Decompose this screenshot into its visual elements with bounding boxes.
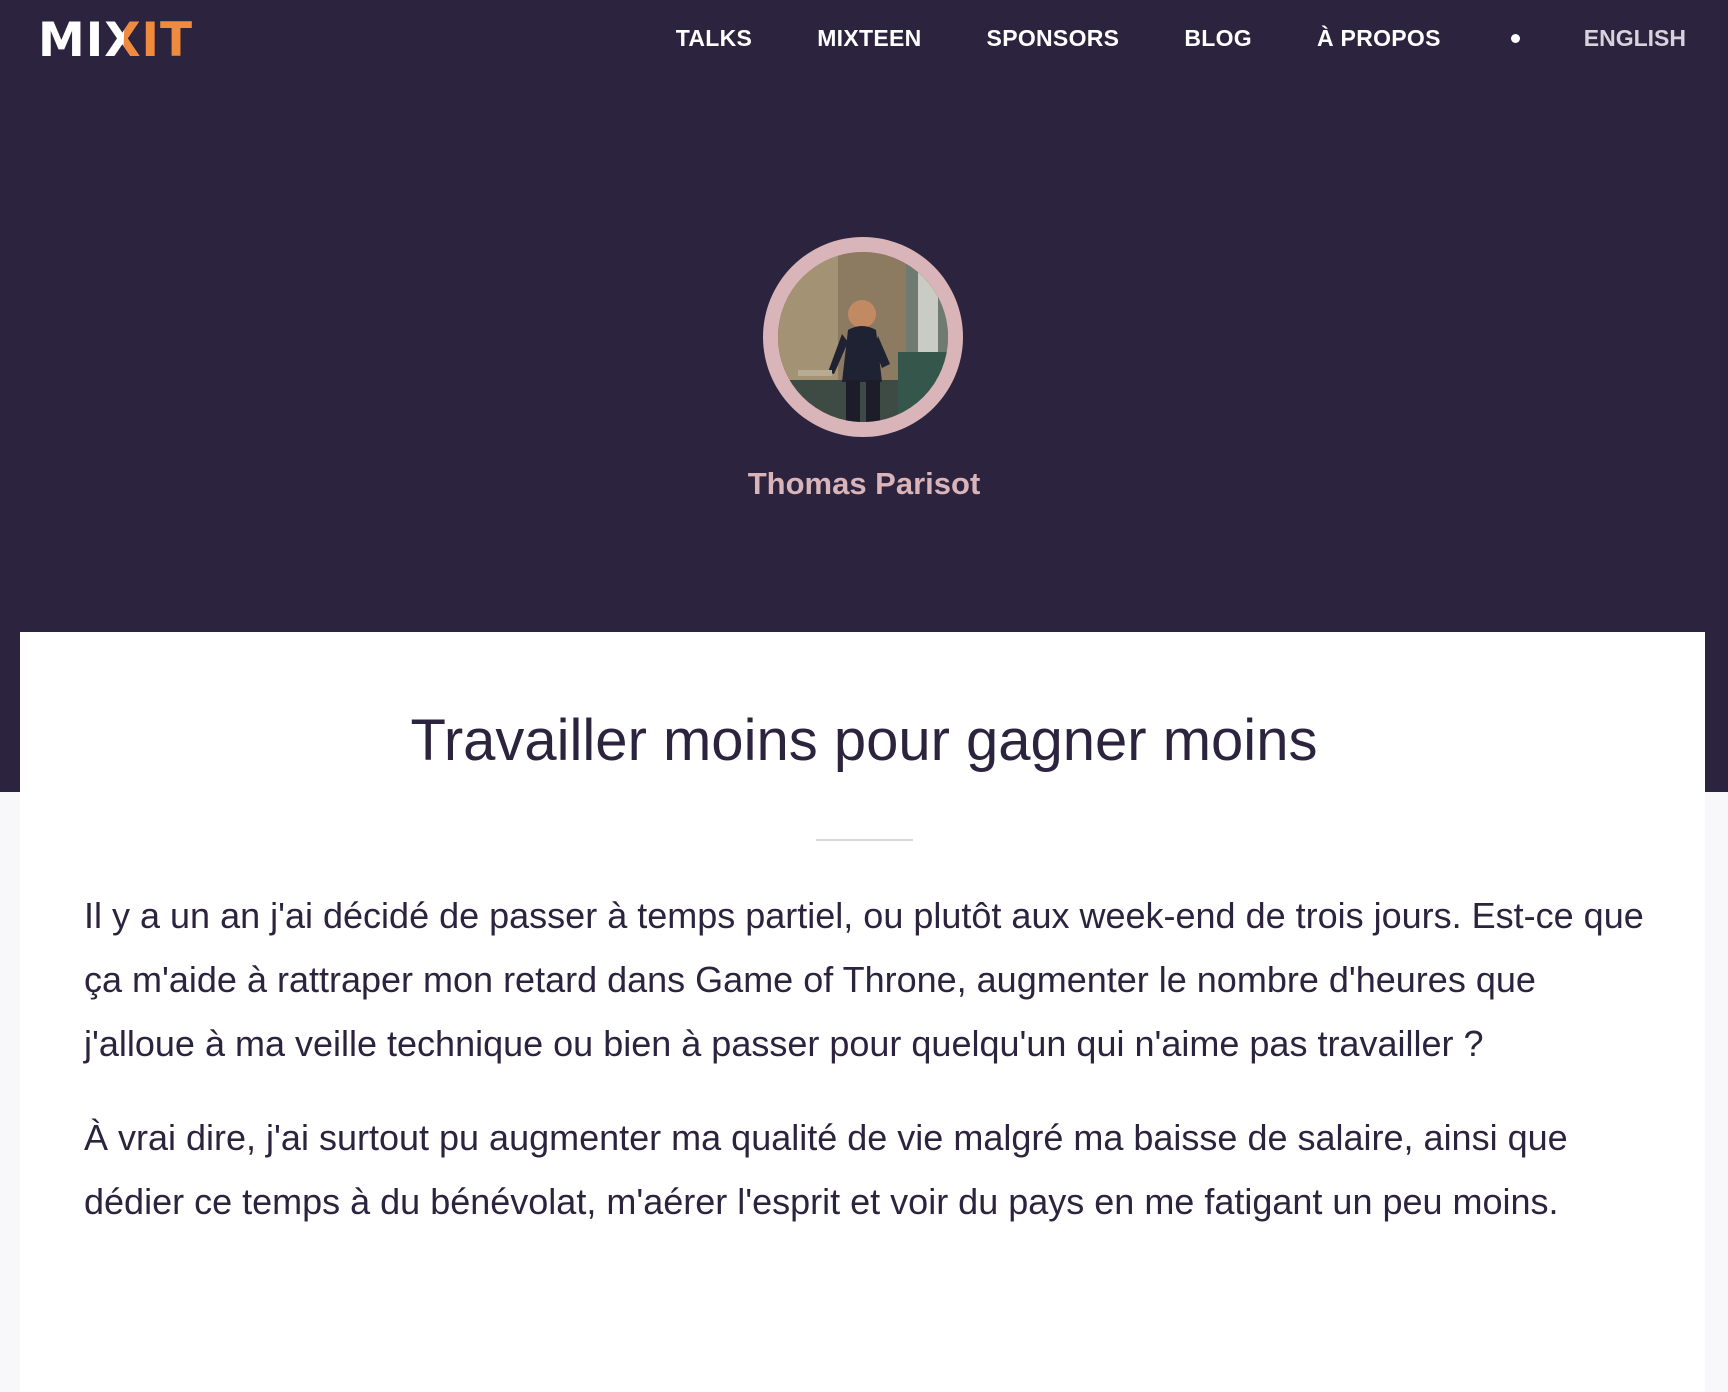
talk-description: Il y a un an j'ai décidé de passer à tem…: [84, 884, 1644, 1264]
nav-link-blog[interactable]: BLOG: [1184, 25, 1252, 52]
nav-link-talks[interactable]: TALKS: [676, 25, 752, 52]
mixit-logo[interactable]: MI X X IT: [38, 16, 193, 64]
speaker-name[interactable]: Thomas Parisot: [0, 466, 1728, 502]
talk-title: Travailler moins pour gagner moins: [410, 708, 1318, 773]
logo-text-it: IT: [141, 12, 194, 68]
nav-link-mixteen[interactable]: MIXTEEN: [817, 25, 921, 52]
talk-description-paragraph: Il y a un an j'ai décidé de passer à tem…: [84, 895, 1644, 1064]
title-divider: [816, 839, 913, 841]
top-navigation: MI X X IT TALKS MIXTEEN SPONSORS BLOG À …: [0, 0, 1728, 76]
nav-link-sponsors[interactable]: SPONSORS: [987, 25, 1120, 52]
nav-menu: TALKS MIXTEEN SPONSORS BLOG À PROPOS ENG…: [611, 20, 1686, 56]
logo-text-mi: MI: [38, 12, 105, 68]
speaker-photo-illustration: [778, 252, 948, 422]
talk-description-paragraph: À vrai dire, j'ai surtout pu augmenter m…: [84, 1117, 1568, 1222]
nav-link-a-propos[interactable]: À PROPOS: [1317, 25, 1441, 52]
language-switch-link[interactable]: ENGLISH: [1584, 25, 1686, 52]
speaker-photo: [778, 252, 948, 422]
nav-separator-dot: [1510, 33, 1520, 43]
logo-text-x: X X: [104, 17, 141, 64]
speaker-avatar[interactable]: [763, 237, 963, 437]
